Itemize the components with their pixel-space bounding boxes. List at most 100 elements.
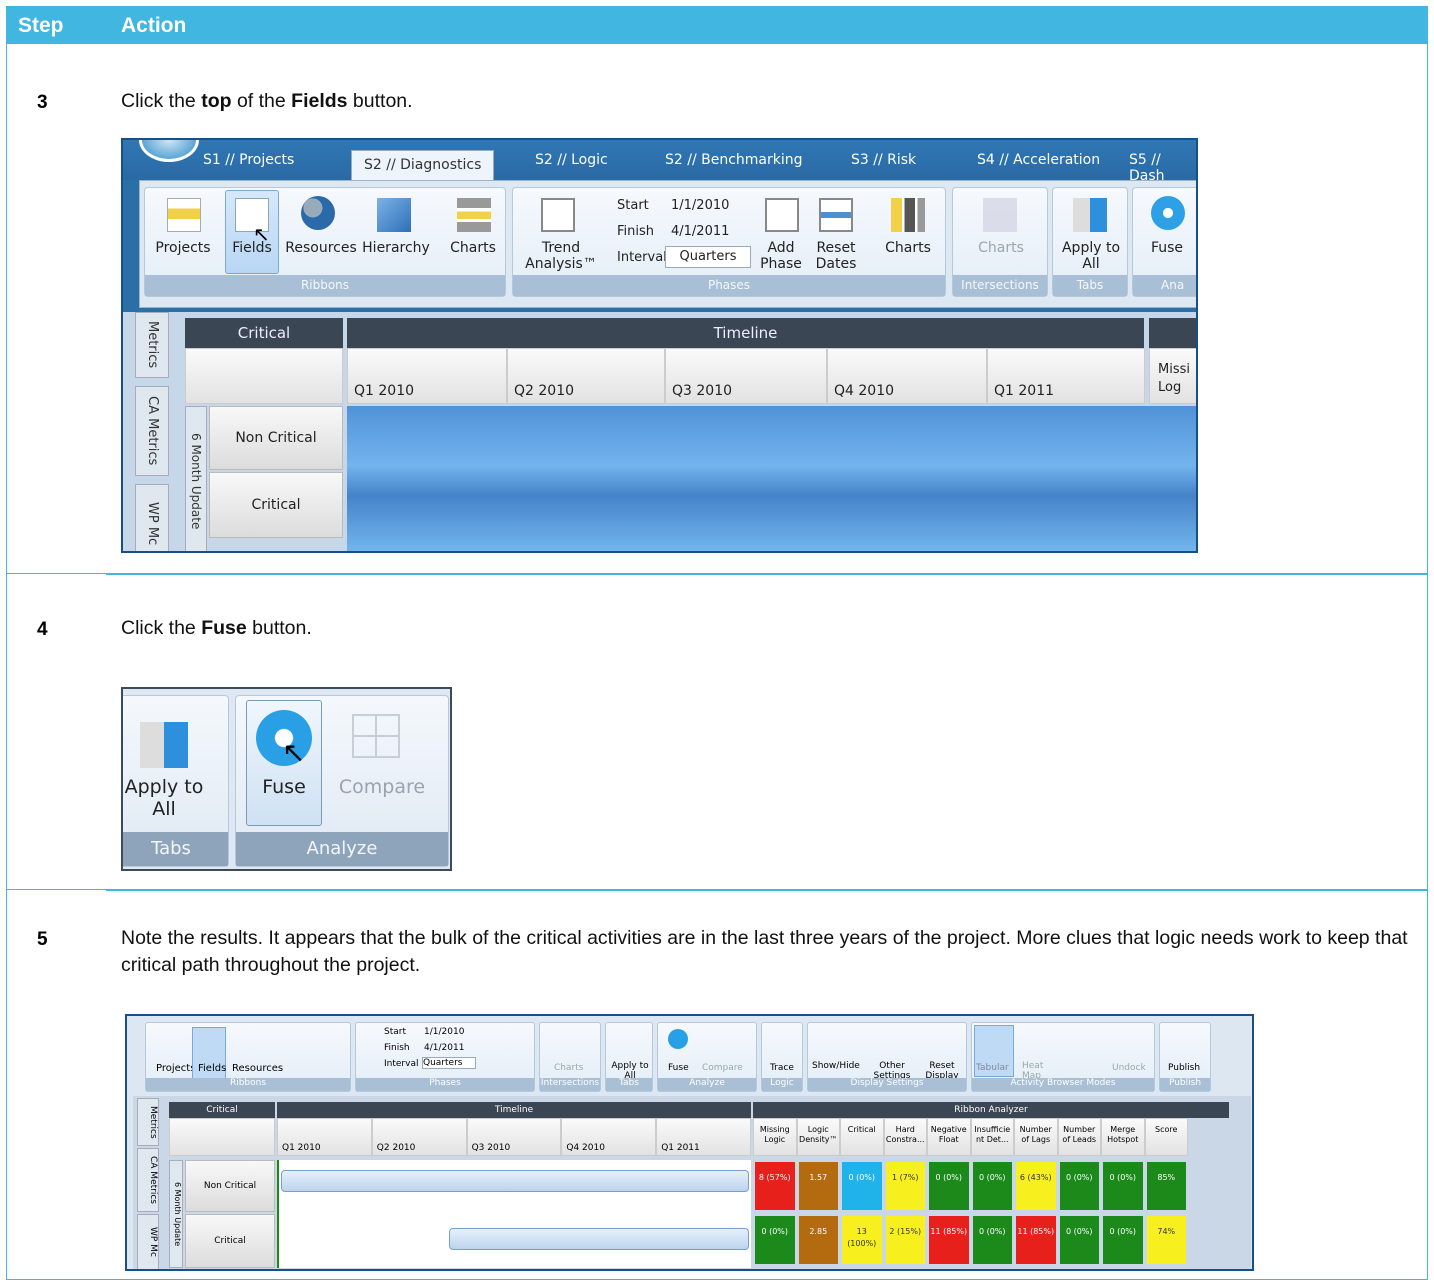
analyzer-column-header: Logic Density™: [796, 1118, 840, 1156]
analyzer-column-header: Missing Logic: [753, 1118, 797, 1156]
projects-button[interactable]: Projects: [147, 240, 219, 256]
analyze-group-label: Analyze: [658, 1078, 756, 1091]
resources-button[interactable]: Resources: [232, 1063, 283, 1074]
interval-select[interactable]: Quarters: [422, 1057, 476, 1069]
analyzer-header: [1149, 318, 1196, 348]
activity-browser-modes-label: Activity Browser Modes: [972, 1078, 1154, 1091]
analyzer-cell[interactable]: 0 (0%): [972, 1162, 1012, 1210]
side-tab-wp[interactable]: WP Mc: [135, 484, 169, 551]
tab-s1-projects[interactable]: S1 // Projects: [203, 152, 294, 168]
reset-dates-icon: [819, 198, 853, 232]
analyzer-cell[interactable]: 0 (0%): [929, 1162, 969, 1210]
analyzer-cell[interactable]: 1.57: [798, 1162, 838, 1210]
fields-button[interactable]: Fields: [198, 1063, 226, 1074]
logic-group-label: Logic: [762, 1078, 802, 1091]
six-month-update-tab[interactable]: 6 Month Update: [185, 406, 207, 551]
analyzer-cell[interactable]: 11 (85%): [1016, 1216, 1056, 1264]
add-phase-button[interactable]: Add Phase: [757, 240, 805, 272]
analyzer-cell[interactable]: 11 (85%): [929, 1216, 969, 1264]
analyzer-cell[interactable]: 0 (0%): [1059, 1216, 1099, 1264]
tab-s3-risk[interactable]: S3 // Risk: [851, 152, 916, 168]
ribbons-group-label: Ribbons: [146, 1078, 350, 1091]
tabular-button[interactable]: Tabular: [976, 1063, 1009, 1073]
projects-button[interactable]: Projects: [156, 1063, 195, 1074]
analyzer-cell[interactable]: 13 (100%): [842, 1216, 882, 1264]
six-month-update-tab[interactable]: 6 Month Update: [169, 1160, 183, 1268]
fuse-button[interactable]: Fuse: [246, 776, 322, 798]
side-tab-metrics[interactable]: Metrics: [137, 1098, 159, 1146]
compare-button: Compare: [338, 776, 426, 798]
step-column-header: Step: [18, 14, 64, 37]
side-tab-wp[interactable]: WP Mc: [137, 1214, 159, 1269]
analyzer-column-header: Number of Lags: [1014, 1118, 1058, 1156]
critical-header: Critical: [185, 318, 343, 348]
gantt-bar-non-critical[interactable]: [281, 1170, 749, 1192]
analyzer-cell[interactable]: 8 (57%): [755, 1162, 795, 1210]
fields-button[interactable]: Fields: [225, 240, 279, 256]
tabs-group-label: Tabs: [123, 832, 228, 866]
start-date-value[interactable]: 1/1/2010: [424, 1027, 464, 1037]
charts-button[interactable]: Charts: [443, 240, 503, 256]
critical-subheader: [185, 348, 343, 404]
analyzer-cell[interactable]: 0 (0%): [972, 1216, 1012, 1264]
row-label-non-critical[interactable]: Non Critical: [209, 406, 343, 470]
start-date-value[interactable]: 1/1/2010: [671, 198, 729, 214]
analyzer-column-header: Hard Constra...: [883, 1118, 927, 1156]
ribbons-group: Projects Fields Resources Ribbons: [145, 1022, 351, 1092]
side-tab-metrics[interactable]: Metrics: [135, 312, 169, 378]
side-tab-ca-metrics[interactable]: CA Metrics: [135, 386, 169, 476]
analyzer-cell[interactable]: 0 (0%): [755, 1216, 795, 1264]
gantt-bar-critical[interactable]: [449, 1228, 749, 1250]
phases-group: Start 1/1/2010 Finish 4/1/2011 Interval …: [355, 1022, 535, 1092]
intersections-group-label: Intersections: [540, 1078, 600, 1091]
step-instruction: Note the results. It appears that the bu…: [121, 927, 1408, 976]
interval-label: Interval: [617, 250, 667, 265]
reset-dates-button[interactable]: Reset Dates: [809, 240, 863, 272]
analyze-group: ↖ Fuse Compare Analyze: [235, 695, 449, 867]
tab-s2-logic[interactable]: S2 // Logic: [535, 152, 608, 168]
projects-icon: [167, 198, 201, 232]
analyzer-cell[interactable]: 2.85: [798, 1216, 838, 1264]
row-label-critical[interactable]: Critical: [185, 1214, 275, 1268]
phases-charts-button[interactable]: Charts: [877, 240, 939, 256]
finish-label: Finish: [384, 1043, 410, 1053]
side-tab-ca-metrics[interactable]: CA Metrics: [137, 1148, 159, 1212]
tab-s2-diagnostics[interactable]: S2 // Diagnostics: [351, 150, 495, 182]
fuse-button[interactable]: Fuse: [1137, 240, 1196, 256]
fuse-button[interactable]: Fuse: [668, 1063, 689, 1073]
finish-date-value[interactable]: 4/1/2011: [424, 1043, 464, 1053]
step-number: 4: [37, 619, 48, 640]
analyzer-cell[interactable]: 0 (0%): [1103, 1216, 1143, 1264]
interval-select[interactable]: Quarters: [665, 246, 751, 268]
analyzer-cell[interactable]: 6 (43%): [1016, 1162, 1056, 1210]
apply-to-all-button[interactable]: Apply to All: [124, 776, 204, 820]
quarter-header: Q1 2010: [347, 348, 507, 404]
analyzer-cell[interactable]: 1 (7%): [885, 1162, 925, 1210]
mouse-cursor-icon: ↖: [253, 222, 270, 246]
show-hide-button[interactable]: Show/Hide: [812, 1061, 860, 1071]
ribbon: Projects Fields ↖ Resources Hierarchy Ch…: [139, 180, 1196, 308]
trace-button[interactable]: Trace: [770, 1063, 794, 1073]
quarter-header: Q1 2010: [277, 1118, 372, 1156]
apply-to-all-button[interactable]: Apply to All: [1055, 240, 1127, 272]
step-number: 5: [37, 929, 48, 950]
hierarchy-button[interactable]: Hierarchy: [359, 240, 433, 256]
finish-date-value[interactable]: 4/1/2011: [671, 224, 729, 240]
compare-button: Compare: [702, 1063, 743, 1073]
analyzer-cell[interactable]: 0 (0%): [1103, 1162, 1143, 1210]
tab-s2-benchmarking[interactable]: S2 // Benchmarking: [665, 152, 803, 168]
resources-button[interactable]: Resources: [285, 240, 357, 256]
analyzer-column-header: Negative Float: [927, 1118, 971, 1156]
publish-button[interactable]: Publish: [1168, 1063, 1200, 1073]
row-label-non-critical[interactable]: Non Critical: [185, 1160, 275, 1212]
analyzer-cell[interactable]: 2 (15%): [885, 1216, 925, 1264]
analyzer-cell[interactable]: 0 (0%): [842, 1162, 882, 1210]
tab-s4-acceleration[interactable]: S4 // Acceleration: [977, 152, 1100, 168]
trend-analysis-icon: [541, 198, 575, 232]
analyzer-column-header: Insufficie nt Det...: [970, 1118, 1014, 1156]
analyzer-cell[interactable]: 85%: [1146, 1162, 1186, 1210]
analyzer-cell[interactable]: 0 (0%): [1059, 1162, 1099, 1210]
row-label-critical[interactable]: Critical: [209, 472, 343, 538]
analyzer-cell[interactable]: 74%: [1146, 1216, 1186, 1264]
trend-analysis-button[interactable]: Trend Analysis™: [521, 240, 601, 272]
